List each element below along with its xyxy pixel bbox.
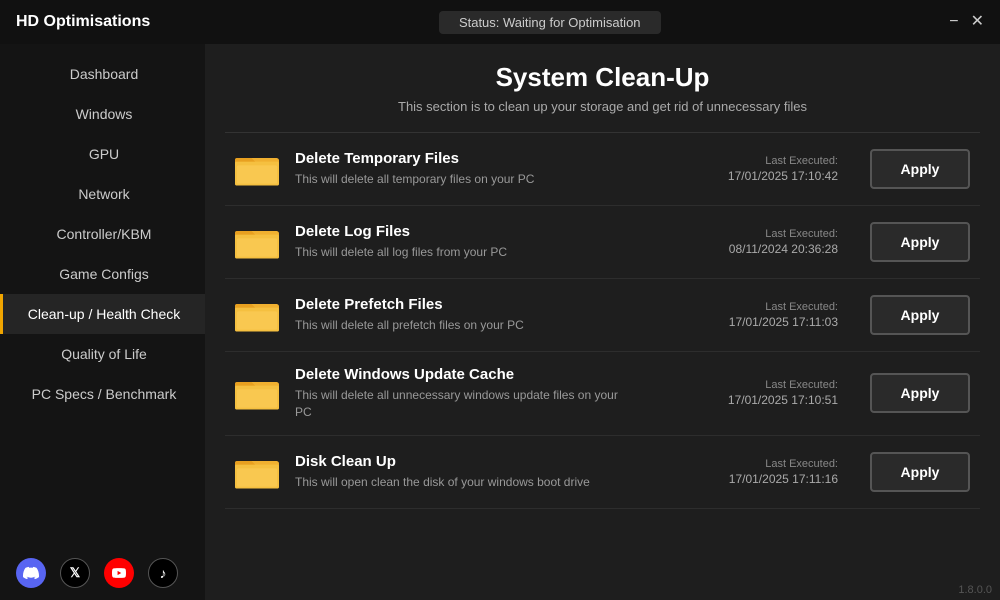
last-exec-date-delete-temp: 17/01/2025 17:10:42 [728,169,838,183]
last-exec-date-delete-windows-update: 17/01/2025 17:10:51 [728,393,838,407]
opt-text-delete-windows-update: Delete Windows Update Cache This will de… [295,366,662,421]
last-exec-label-delete-prefetch: Last Executed: [678,301,838,313]
folder-icon-delete-log [235,220,279,264]
opt-title-delete-windows-update: Delete Windows Update Cache [295,366,662,383]
opt-desc-delete-windows-update: This will delete all unnecessary windows… [295,387,635,421]
last-exec-label-delete-temp: Last Executed: [678,155,838,167]
discord-icon[interactable] [16,558,46,588]
window-controls: − ✕ [949,14,984,30]
last-exec-label-disk-cleanup: Last Executed: [678,458,838,470]
opt-text-delete-log: Delete Log Files This will delete all lo… [295,223,662,261]
apply-button-delete-prefetch[interactable]: Apply [870,295,970,335]
last-exec-delete-prefetch: Last Executed: 17/01/2025 17:11:03 [678,301,838,329]
last-exec-date-disk-cleanup: 17/01/2025 17:11:16 [729,472,838,486]
apply-button-delete-windows-update[interactable]: Apply [870,373,970,413]
opt-desc-disk-cleanup: This will open clean the disk of your wi… [295,474,635,491]
section-subtitle: This section is to clean up your storage… [235,99,970,114]
sidebar-item-gpu[interactable]: GPU [0,134,205,174]
sidebar-item-dashboard[interactable]: Dashboard [0,54,205,94]
sidebar-footer: 𝕏 ♪ [0,546,205,600]
folder-icon-delete-prefetch [235,293,279,337]
last-exec-label-delete-windows-update: Last Executed: [678,379,838,391]
opt-title-disk-cleanup: Disk Clean Up [295,453,662,470]
opt-item-delete-prefetch: Delete Prefetch Files This will delete a… [225,279,980,352]
opt-text-delete-temp: Delete Temporary Files This will delete … [295,150,662,188]
section-title: System Clean-Up [235,62,970,93]
minimize-button[interactable]: − [949,14,958,30]
title-bar: HD Optimisations Status: Waiting for Opt… [0,0,1000,44]
sidebar: DashboardWindowsGPUNetworkController/KBM… [0,44,205,600]
sidebar-item-quality-of-life[interactable]: Quality of Life [0,334,205,374]
opt-desc-delete-log: This will delete all log files from your… [295,244,635,261]
opt-item-delete-temp: Delete Temporary Files This will delete … [225,133,980,206]
close-button[interactable]: ✕ [971,14,984,30]
last-exec-delete-log: Last Executed: 08/11/2024 20:36:28 [678,228,838,256]
tiktok-icon[interactable]: ♪ [148,558,178,588]
opt-title-delete-log: Delete Log Files [295,223,662,240]
sidebar-item-windows[interactable]: Windows [0,94,205,134]
opt-desc-delete-temp: This will delete all temporary files on … [295,171,635,188]
youtube-icon[interactable] [104,558,134,588]
apply-button-disk-cleanup[interactable]: Apply [870,452,970,492]
app-body: DashboardWindowsGPUNetworkController/KBM… [0,44,1000,600]
opt-item-delete-windows-update: Delete Windows Update Cache This will de… [225,352,980,436]
app-title: HD Optimisations [16,13,150,31]
last-exec-delete-windows-update: Last Executed: 17/01/2025 17:10:51 [678,379,838,407]
opt-item-delete-log: Delete Log Files This will delete all lo… [225,206,980,279]
apply-button-delete-temp[interactable]: Apply [870,149,970,189]
version-badge: 1.8.0.0 [958,584,992,596]
sidebar-item-controller-kbm[interactable]: Controller/KBM [0,214,205,254]
folder-icon-disk-cleanup [235,450,279,494]
last-exec-date-delete-log: 08/11/2024 20:36:28 [729,242,838,256]
last-exec-date-delete-prefetch: 17/01/2025 17:11:03 [729,315,838,329]
last-exec-disk-cleanup: Last Executed: 17/01/2025 17:11:16 [678,458,838,486]
sidebar-item-game-configs[interactable]: Game Configs [0,254,205,294]
x-twitter-icon[interactable]: 𝕏 [60,558,90,588]
opt-title-delete-temp: Delete Temporary Files [295,150,662,167]
opt-desc-delete-prefetch: This will delete all prefetch files on y… [295,317,635,334]
content-header: System Clean-Up This section is to clean… [205,44,1000,124]
status-text: Status: Waiting for Optimisation [439,11,661,34]
opt-title-delete-prefetch: Delete Prefetch Files [295,296,662,313]
folder-icon-delete-temp [235,147,279,191]
last-exec-label-delete-log: Last Executed: [678,228,838,240]
apply-button-delete-log[interactable]: Apply [870,222,970,262]
sidebar-item-pc-specs[interactable]: PC Specs / Benchmark [0,374,205,414]
last-exec-delete-temp: Last Executed: 17/01/2025 17:10:42 [678,155,838,183]
sidebar-item-cleanup-health[interactable]: Clean-up / Health Check [0,294,205,334]
items-list: Delete Temporary Files This will delete … [205,133,1000,600]
opt-item-disk-cleanup: Disk Clean Up This will open clean the d… [225,436,980,509]
opt-text-disk-cleanup: Disk Clean Up This will open clean the d… [295,453,662,491]
main-content: System Clean-Up This section is to clean… [205,44,1000,600]
opt-text-delete-prefetch: Delete Prefetch Files This will delete a… [295,296,662,334]
folder-icon-delete-windows-update [235,371,279,415]
sidebar-item-network[interactable]: Network [0,174,205,214]
